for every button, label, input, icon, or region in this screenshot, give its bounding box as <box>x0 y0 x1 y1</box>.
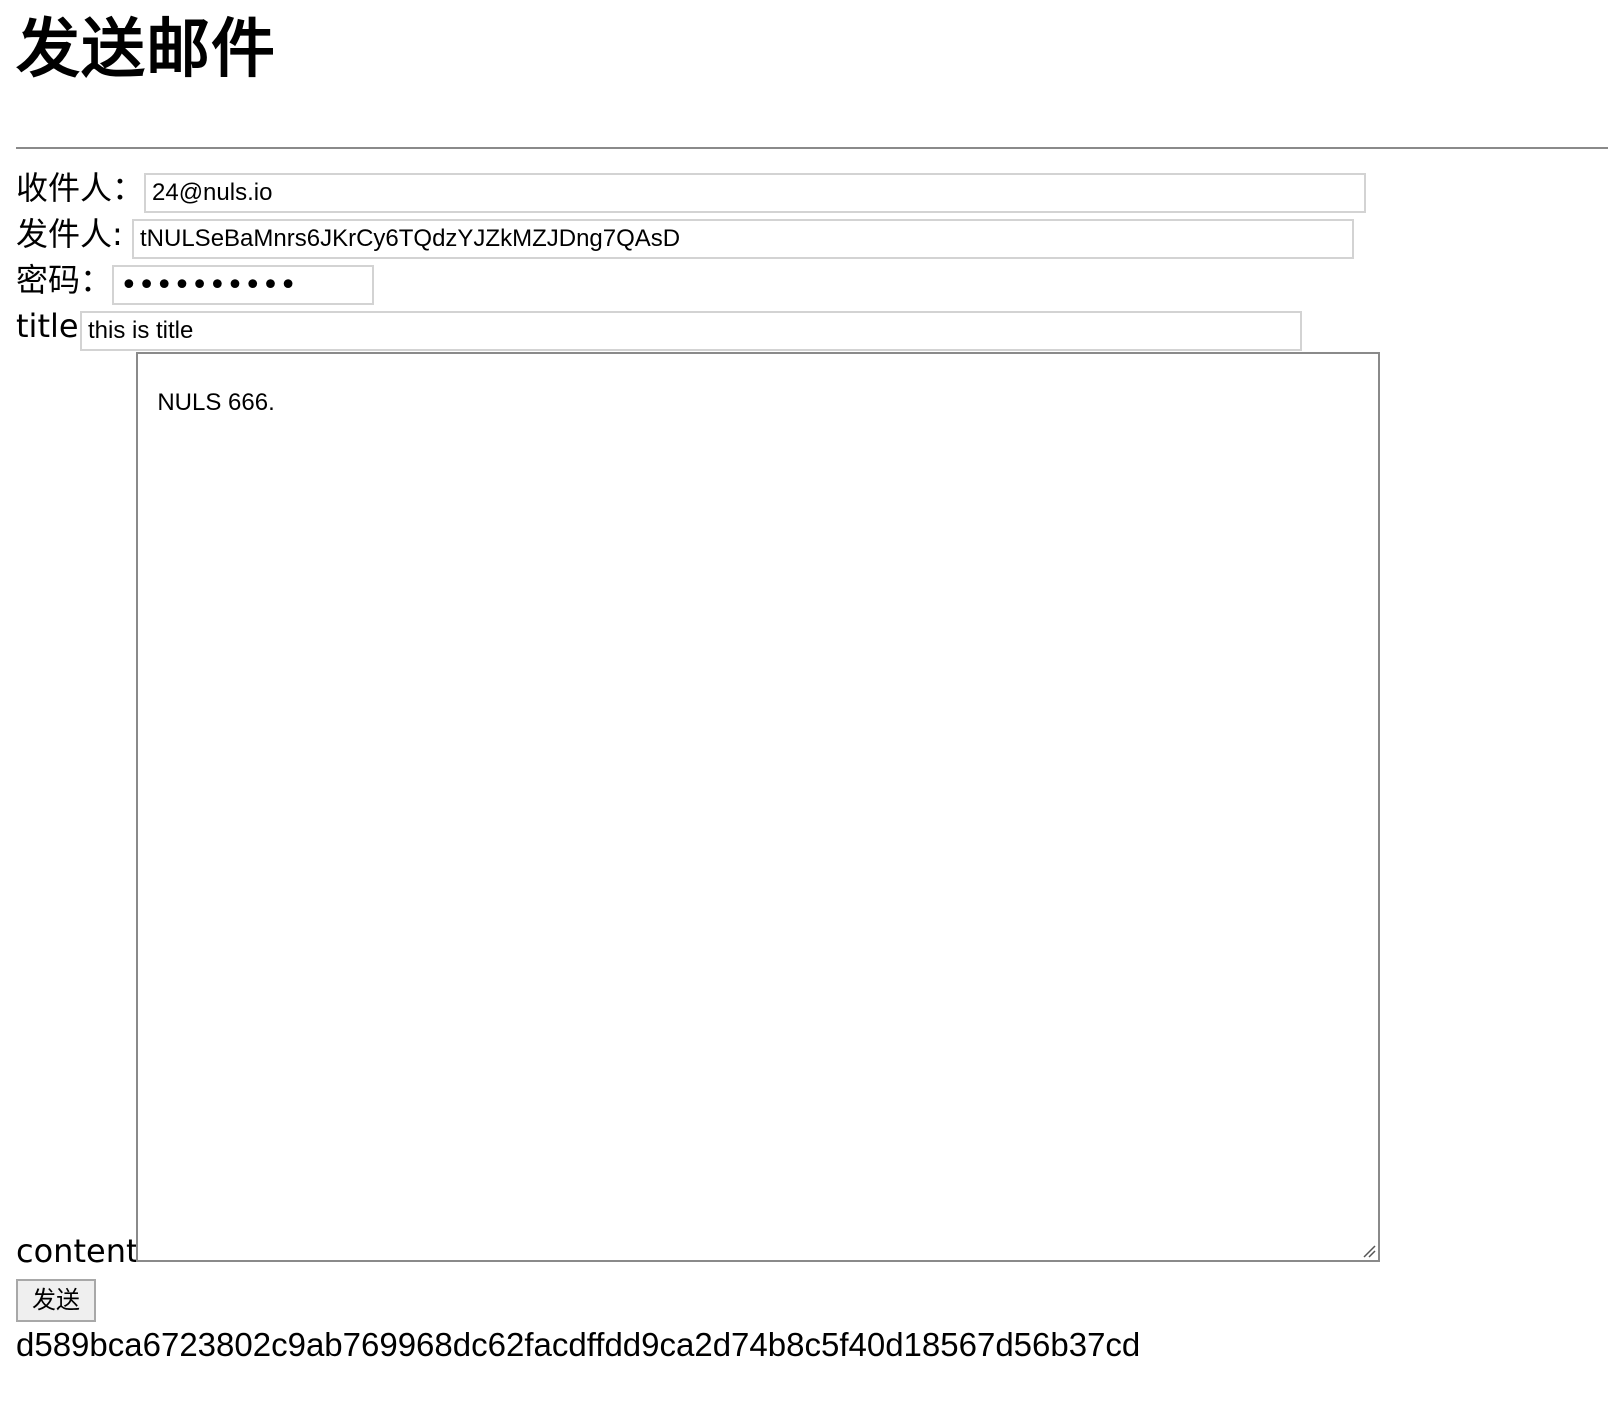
divider <box>16 147 1608 149</box>
sender-input[interactable]: tNULSeBaMnrs6JKrCy6TQdzYJZkMZJDng7QAsD <box>132 219 1354 259</box>
password-input[interactable]: •••••••••• <box>112 265 374 305</box>
password-label: 密码： <box>16 261 113 299</box>
content-textarea[interactable]: NULS 666. <box>136 352 1380 1262</box>
sender-label: 发件人: <box>16 215 123 253</box>
content-text: NULS 666. <box>157 389 275 416</box>
result-hash: d589bca6723802c9ab769968dc62facdffdd9ca2… <box>16 1326 1141 1363</box>
title-input[interactable]: this is title <box>80 311 1302 351</box>
title-label: title: <box>16 307 90 345</box>
content-label: content: <box>16 1232 150 1270</box>
send-button[interactable]: 发送 <box>16 1279 96 1322</box>
resize-handle-icon[interactable] <box>1362 1244 1376 1258</box>
recipient-input[interactable]: 24@nuls.io <box>144 173 1366 213</box>
recipient-label: 收件人： <box>16 169 145 207</box>
page-title: 发送邮件 <box>16 13 276 87</box>
